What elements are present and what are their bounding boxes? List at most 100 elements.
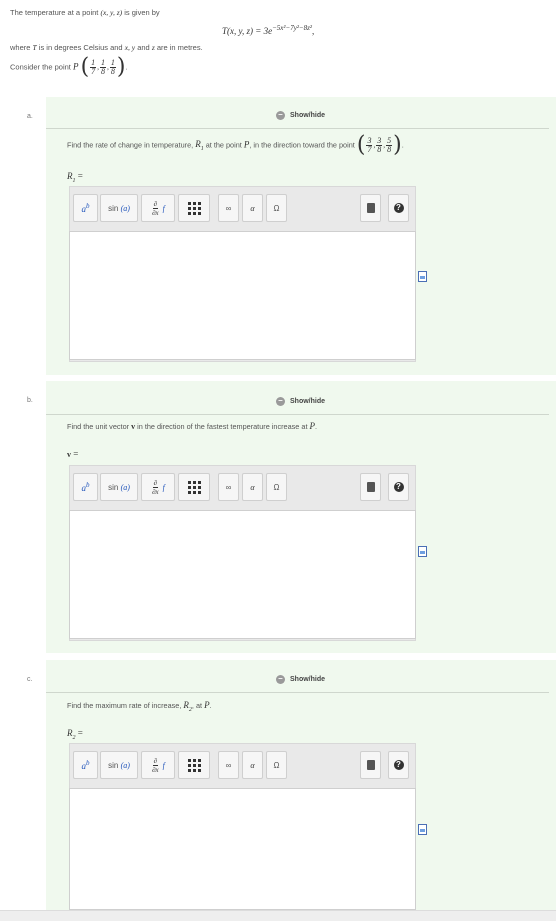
infinity-button[interactable]: ∞ bbox=[218, 473, 239, 501]
frac-den: 8 bbox=[101, 67, 106, 76]
alpha-symbol: α bbox=[250, 482, 255, 492]
divider bbox=[46, 128, 549, 129]
function-button[interactable]: sin (a) bbox=[100, 194, 138, 222]
label-sub: 1 bbox=[72, 177, 76, 184]
coord-frac: 38 bbox=[376, 137, 383, 154]
where-c: are in metres. bbox=[156, 43, 203, 52]
help-icon: ? bbox=[393, 203, 404, 213]
derivative-button[interactable]: ∂ ∂x f bbox=[141, 751, 175, 779]
superscript-button[interactable]: ab bbox=[73, 194, 98, 222]
infinity-button[interactable]: ∞ bbox=[218, 194, 239, 222]
greek-alpha-button[interactable]: α bbox=[242, 751, 263, 779]
part-b-showhide-button[interactable]: – Show/hide bbox=[276, 397, 325, 406]
matrix-button[interactable] bbox=[178, 473, 210, 501]
func-label: sin bbox=[108, 482, 119, 492]
help-button[interactable]: ? bbox=[388, 751, 409, 779]
label-sym: v bbox=[67, 450, 71, 459]
comma: , bbox=[373, 140, 376, 150]
file-icon[interactable] bbox=[418, 546, 427, 557]
bottom-scroll-bar[interactable] bbox=[0, 910, 556, 921]
superscript-button[interactable]: ab bbox=[73, 473, 98, 501]
paren-right: ) bbox=[116, 54, 126, 80]
where-a: where bbox=[10, 43, 31, 52]
consider-lead: Consider the point bbox=[10, 62, 71, 72]
trash-icon bbox=[366, 760, 375, 770]
omega-symbols-button[interactable]: Ω bbox=[266, 751, 287, 779]
derivative-button[interactable]: ∂ ∂x f bbox=[141, 473, 175, 501]
coord-frac: 58 bbox=[386, 137, 393, 154]
func-label: sin bbox=[108, 203, 119, 213]
consider-P: P bbox=[72, 61, 79, 72]
deriv-den: ∂x bbox=[152, 765, 159, 774]
q-sub: 1 bbox=[200, 146, 204, 153]
q-text-b: at the point bbox=[205, 140, 242, 150]
superscript-button[interactable]: ab bbox=[73, 751, 98, 779]
paren-left: ( bbox=[356, 132, 366, 158]
part-c-showhide-button[interactable]: – Show/hide bbox=[276, 675, 325, 684]
where-and: and bbox=[137, 43, 150, 52]
file-icon[interactable] bbox=[418, 824, 427, 835]
period: . bbox=[125, 62, 128, 72]
label-sub: 2 bbox=[72, 734, 76, 741]
part-c-math-editor: ab sin (a) ∂ ∂x f ∞ α Ω ? bbox=[69, 743, 416, 912]
infinity-symbol: ∞ bbox=[225, 760, 232, 770]
delete-button[interactable] bbox=[360, 751, 381, 779]
deriv-num: ∂ bbox=[152, 756, 159, 766]
showhide-label: Show/hide bbox=[290, 676, 325, 683]
answer-input-area[interactable] bbox=[69, 231, 416, 360]
infinity-button[interactable]: ∞ bbox=[218, 751, 239, 779]
trash-icon bbox=[366, 203, 375, 213]
formula-lhs: T(x, y, z) = 3e bbox=[222, 26, 273, 36]
help-button[interactable]: ? bbox=[388, 194, 409, 222]
deriv-num: ∂ bbox=[152, 199, 159, 209]
greek-alpha-button[interactable]: α bbox=[242, 194, 263, 222]
q-text-b: , at bbox=[191, 701, 203, 710]
part-a-panel: – Show/hide Find the rate of change in t… bbox=[46, 97, 556, 375]
comma: , bbox=[107, 62, 109, 72]
function-button[interactable]: sin (a) bbox=[100, 751, 138, 779]
derivative-button[interactable]: ∂ ∂x f bbox=[141, 194, 175, 222]
omega-symbol: Ω bbox=[273, 203, 280, 213]
frac-den: 7 bbox=[91, 67, 96, 76]
coord-frac: 18 bbox=[100, 59, 107, 76]
function-button[interactable]: sin (a) bbox=[100, 473, 138, 501]
part-a-showhide-button[interactable]: – Show/hide bbox=[276, 111, 325, 120]
infinity-symbol: ∞ bbox=[225, 203, 232, 213]
q-text-c: . bbox=[209, 701, 212, 710]
omega-symbols-button[interactable]: Ω bbox=[266, 194, 287, 222]
formula-trail: , bbox=[311, 26, 315, 36]
part-b-question: Find the unit vector v in the direction … bbox=[67, 421, 317, 431]
intro-text: The temperature at a point (x, y, z) is … bbox=[10, 8, 160, 17]
help-icon: ? bbox=[393, 482, 404, 492]
delete-button[interactable] bbox=[360, 194, 381, 222]
answer-input-area[interactable] bbox=[69, 788, 416, 910]
matrix-button[interactable] bbox=[178, 751, 210, 779]
sup-exp: b bbox=[86, 481, 90, 489]
matrix-button[interactable] bbox=[178, 194, 210, 222]
minus-icon: – bbox=[276, 397, 285, 406]
greek-alpha-button[interactable]: α bbox=[242, 473, 263, 501]
editor-toolbar: ab sin (a) ∂ ∂x f ∞ α Ω ? bbox=[70, 466, 415, 509]
alpha-symbol: α bbox=[250, 203, 255, 213]
intro-lead: The temperature at a point bbox=[10, 8, 99, 17]
help-icon: ? bbox=[393, 760, 404, 770]
matrix-icon bbox=[187, 758, 201, 772]
part-c-question: Find the maximum rate of increase, R2, a… bbox=[67, 700, 212, 713]
file-icon[interactable] bbox=[418, 271, 427, 282]
answer-input-area[interactable] bbox=[69, 510, 416, 639]
q-text-c: . bbox=[315, 422, 318, 431]
delete-button[interactable] bbox=[360, 473, 381, 501]
func-arg: (a) bbox=[120, 760, 130, 770]
intro-tail: is given by bbox=[124, 8, 160, 17]
q-text-c: , in the direction toward the point bbox=[249, 140, 355, 150]
sup-exp: b bbox=[86, 759, 90, 767]
label-eq: = bbox=[77, 728, 83, 738]
where-b: is in degrees Celsius and bbox=[38, 43, 123, 52]
frac-den: 8 bbox=[387, 145, 392, 154]
part-a-question: Find the rate of change in temperature, … bbox=[67, 134, 404, 156]
divider bbox=[46, 414, 549, 415]
omega-symbols-button[interactable]: Ω bbox=[266, 473, 287, 501]
help-button[interactable]: ? bbox=[388, 473, 409, 501]
where-vars: x, y bbox=[124, 43, 136, 52]
q-text-b: in the direction of the fastest temperat… bbox=[137, 422, 308, 431]
